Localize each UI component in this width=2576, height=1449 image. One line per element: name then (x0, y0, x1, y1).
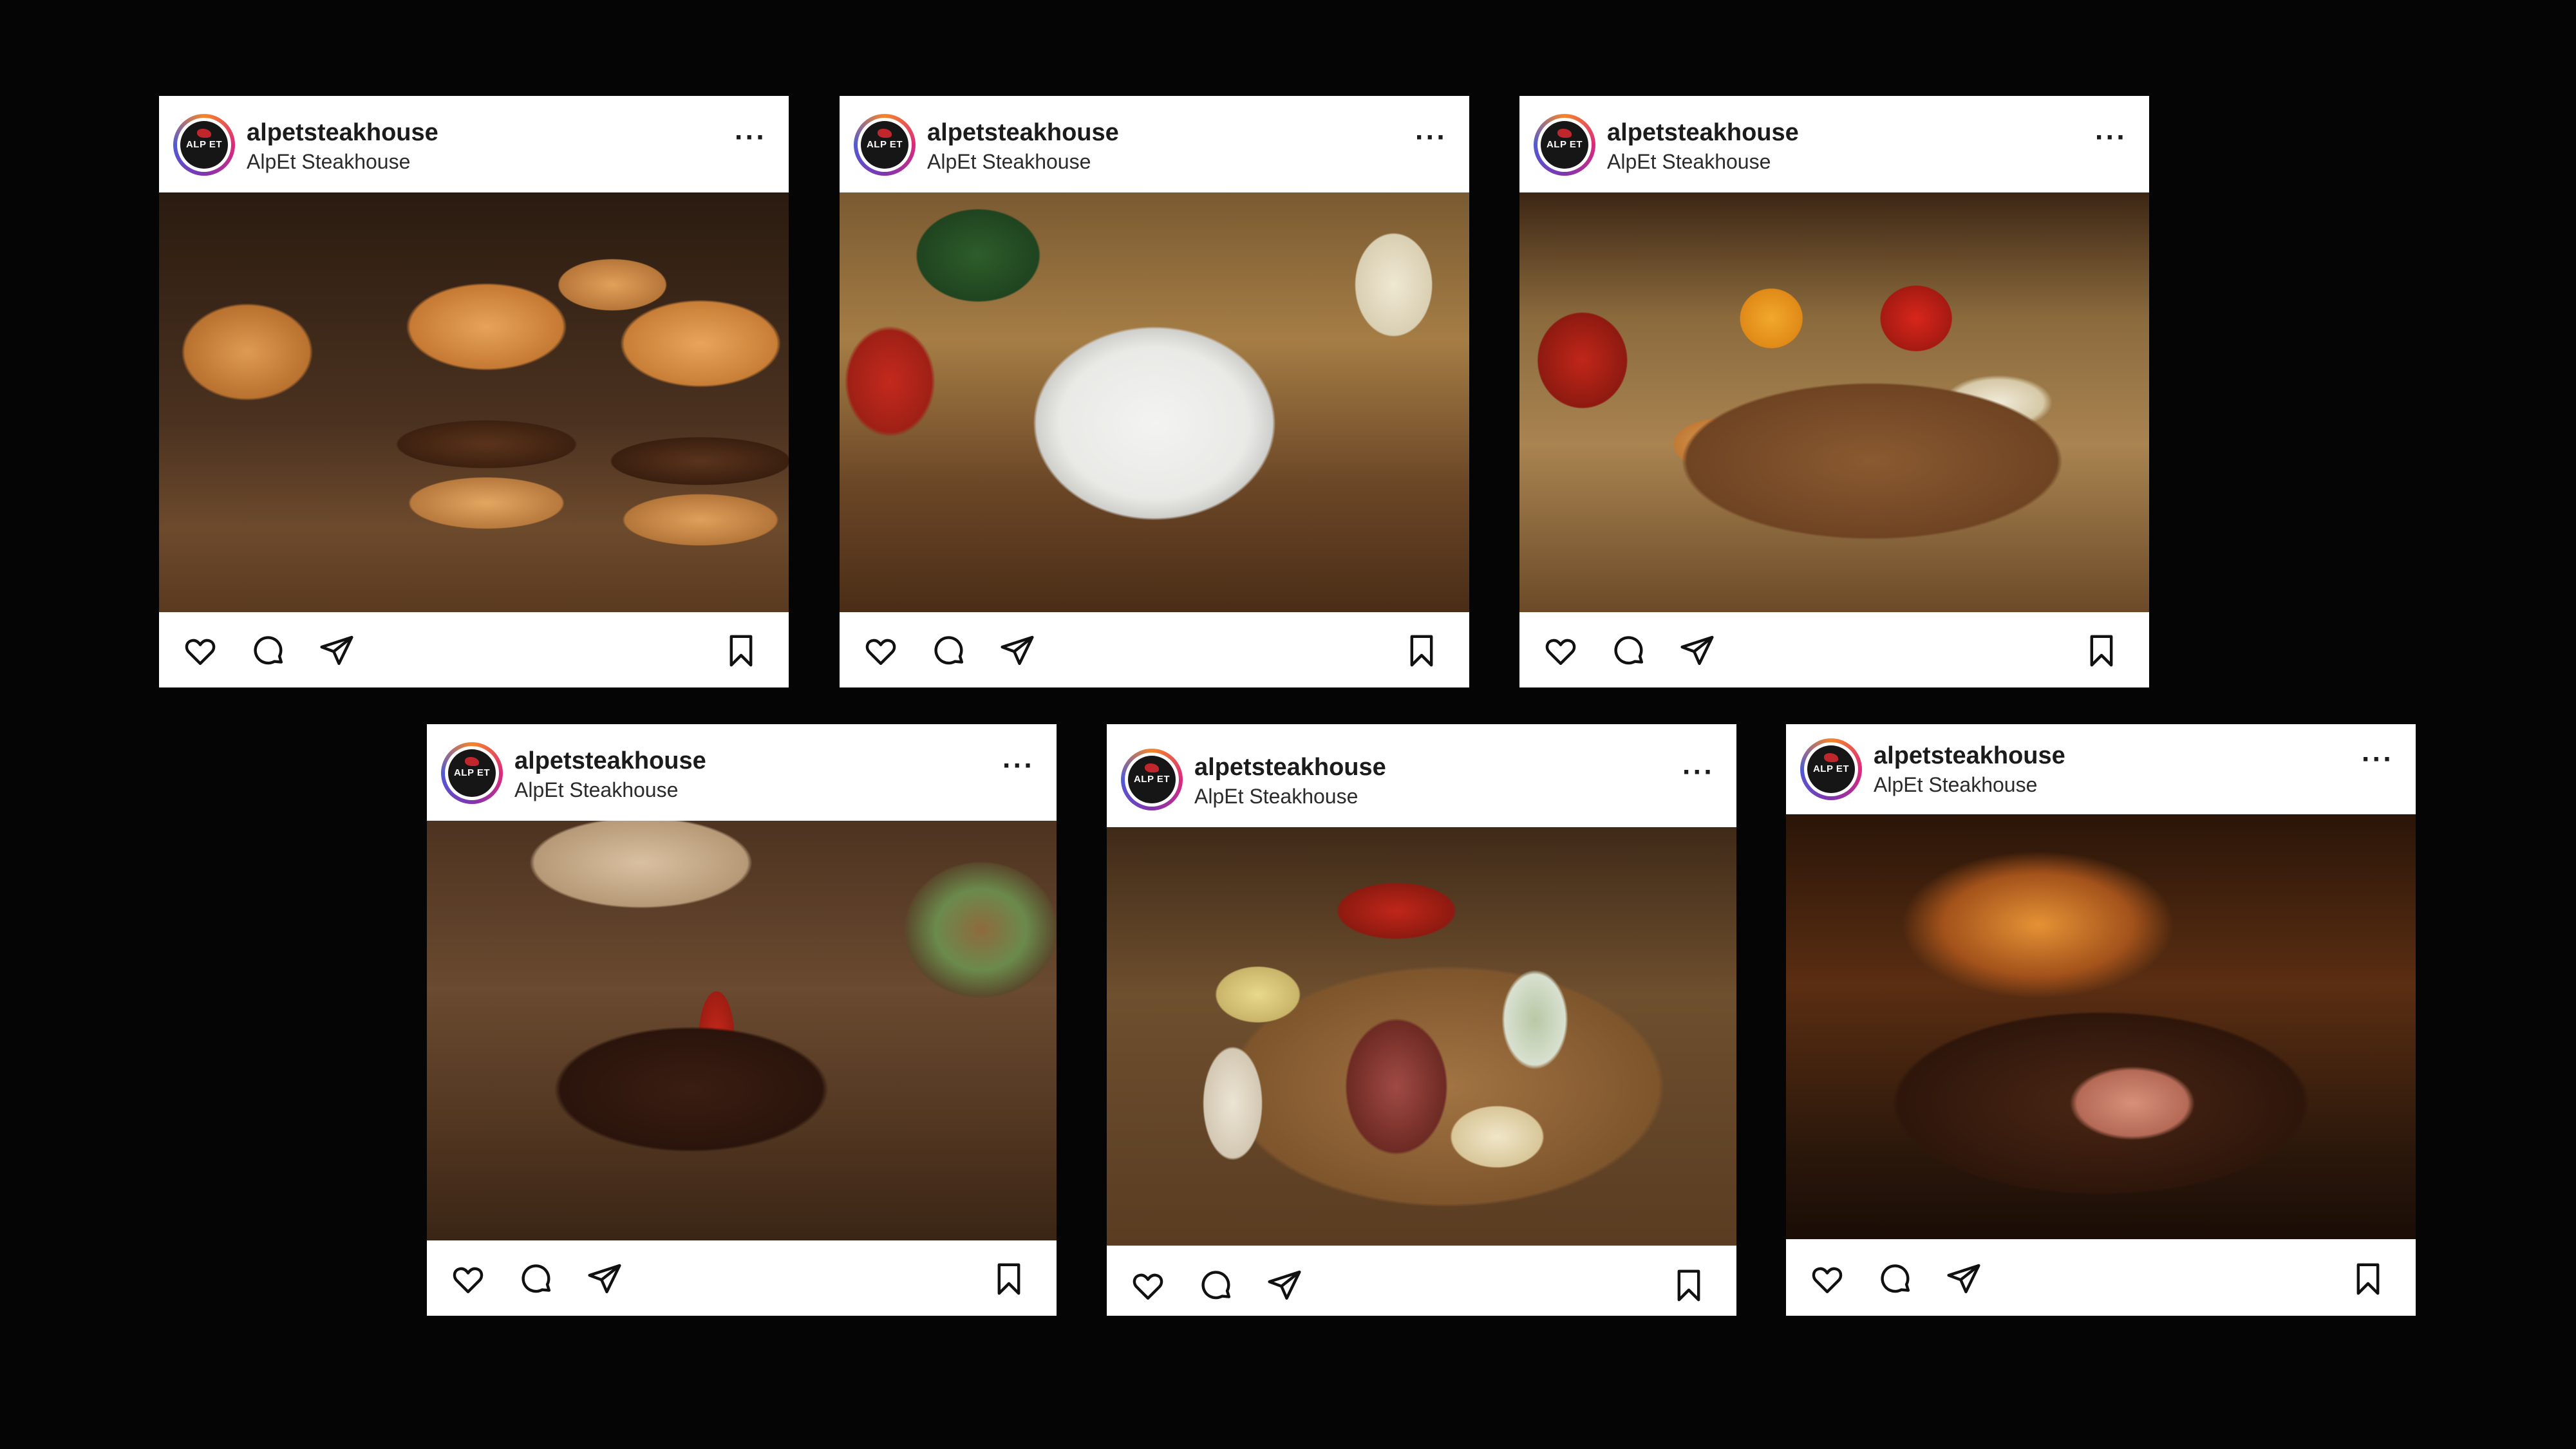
post-header: ALP ET alpetsteakhouse AlpEt Steakhouse … (1107, 724, 1736, 827)
post-actions (159, 612, 789, 687)
post-card: ALP ET alpetsteakhouse AlpEt Steakhouse … (427, 724, 1057, 1316)
username[interactable]: alpetsteakhouse (927, 119, 1119, 147)
avatar[interactable]: ALP ET (1121, 749, 1183, 810)
heart-icon[interactable] (182, 633, 218, 669)
post-card: ALP ET alpetsteakhouse AlpEt Steakhouse … (840, 96, 1469, 687)
heart-icon[interactable] (1543, 633, 1579, 669)
avatar-logo: ALP ET (180, 121, 228, 169)
account-name: AlpEt Steakhouse (247, 150, 411, 173)
heart-icon[interactable] (863, 633, 899, 669)
account-name: AlpEt Steakhouse (1607, 150, 1771, 173)
bookmark-icon[interactable] (2350, 1261, 2386, 1297)
heart-icon[interactable] (1809, 1261, 1845, 1297)
account-name: AlpEt Steakhouse (514, 778, 679, 801)
post-photo[interactable] (840, 192, 1469, 612)
share-icon[interactable] (1266, 1267, 1302, 1304)
comment-icon[interactable] (931, 633, 967, 669)
avatar[interactable]: ALP ET (173, 114, 235, 176)
post-card: ALP ET alpetsteakhouse AlpEt Steakhouse … (1786, 724, 2416, 1316)
account-name: AlpEt Steakhouse (1194, 785, 1359, 808)
comment-icon[interactable] (1198, 1267, 1234, 1304)
share-icon[interactable] (1946, 1261, 1982, 1297)
avatar-logo: ALP ET (1807, 745, 1855, 793)
avatar-logo: ALP ET (1128, 756, 1176, 803)
share-icon[interactable] (319, 633, 355, 669)
share-icon[interactable] (587, 1261, 623, 1297)
post-actions (1786, 1240, 2416, 1316)
post-photo[interactable] (427, 821, 1057, 1240)
bookmark-icon[interactable] (1671, 1267, 1707, 1304)
username[interactable]: alpetsteakhouse (1194, 754, 1386, 781)
more-options-icon[interactable]: ··· (1002, 752, 1035, 780)
post-header: ALP ET alpetsteakhouse AlpEt Steakhouse … (1519, 96, 2149, 192)
post-actions (1519, 612, 2149, 687)
more-options-icon[interactable]: ··· (2362, 745, 2394, 774)
comment-icon[interactable] (518, 1261, 554, 1297)
post-card: ALP ET alpetsteakhouse AlpEt Steakhouse … (1519, 96, 2149, 687)
username[interactable]: alpetsteakhouse (1874, 742, 2065, 770)
bookmark-icon[interactable] (723, 633, 759, 669)
post-header: ALP ET alpetsteakhouse AlpEt Steakhouse … (427, 724, 1057, 821)
post-header: ALP ET alpetsteakhouse AlpEt Steakhouse … (1786, 724, 2416, 814)
share-icon[interactable] (1679, 633, 1715, 669)
post-photo[interactable] (1786, 814, 2416, 1239)
avatar-logo: ALP ET (1541, 121, 1588, 169)
post-photo[interactable] (1519, 192, 2149, 612)
post-card: ALP ET alpetsteakhouse AlpEt Steakhouse … (159, 96, 789, 687)
username[interactable]: alpetsteakhouse (1607, 119, 1799, 147)
avatar-logo: ALP ET (861, 121, 908, 169)
account-name: AlpEt Steakhouse (1874, 773, 2038, 796)
post-header: ALP ET alpetsteakhouse AlpEt Steakhouse … (159, 96, 789, 192)
avatar[interactable]: ALP ET (1800, 738, 1862, 800)
post-header: ALP ET alpetsteakhouse AlpEt Steakhouse … (840, 96, 1469, 192)
username[interactable]: alpetsteakhouse (247, 119, 438, 147)
post-photo[interactable] (159, 192, 789, 612)
more-options-icon[interactable]: ··· (1415, 124, 1447, 152)
more-options-icon[interactable]: ··· (1682, 758, 1715, 787)
heart-icon[interactable] (450, 1261, 486, 1297)
post-photo[interactable] (1107, 827, 1736, 1246)
comment-icon[interactable] (1877, 1261, 1913, 1297)
more-options-icon[interactable]: ··· (735, 124, 767, 152)
avatar[interactable]: ALP ET (854, 114, 916, 176)
avatar-logo: ALP ET (448, 749, 496, 797)
account-name: AlpEt Steakhouse (927, 150, 1091, 173)
heart-icon[interactable] (1130, 1267, 1166, 1304)
avatar[interactable]: ALP ET (1534, 114, 1595, 176)
bookmark-icon[interactable] (1404, 633, 1440, 669)
post-actions (840, 612, 1469, 687)
post-card: ALP ET alpetsteakhouse AlpEt Steakhouse … (1107, 724, 1736, 1316)
bookmark-icon[interactable] (991, 1261, 1027, 1297)
username[interactable]: alpetsteakhouse (514, 747, 706, 775)
more-options-icon[interactable]: ··· (2095, 124, 2127, 152)
comment-icon[interactable] (1611, 633, 1647, 669)
bookmark-icon[interactable] (2083, 633, 2120, 669)
post-actions (427, 1240, 1057, 1316)
comment-icon[interactable] (250, 633, 287, 669)
share-icon[interactable] (999, 633, 1035, 669)
avatar[interactable]: ALP ET (441, 742, 503, 804)
post-actions (1107, 1246, 1736, 1316)
